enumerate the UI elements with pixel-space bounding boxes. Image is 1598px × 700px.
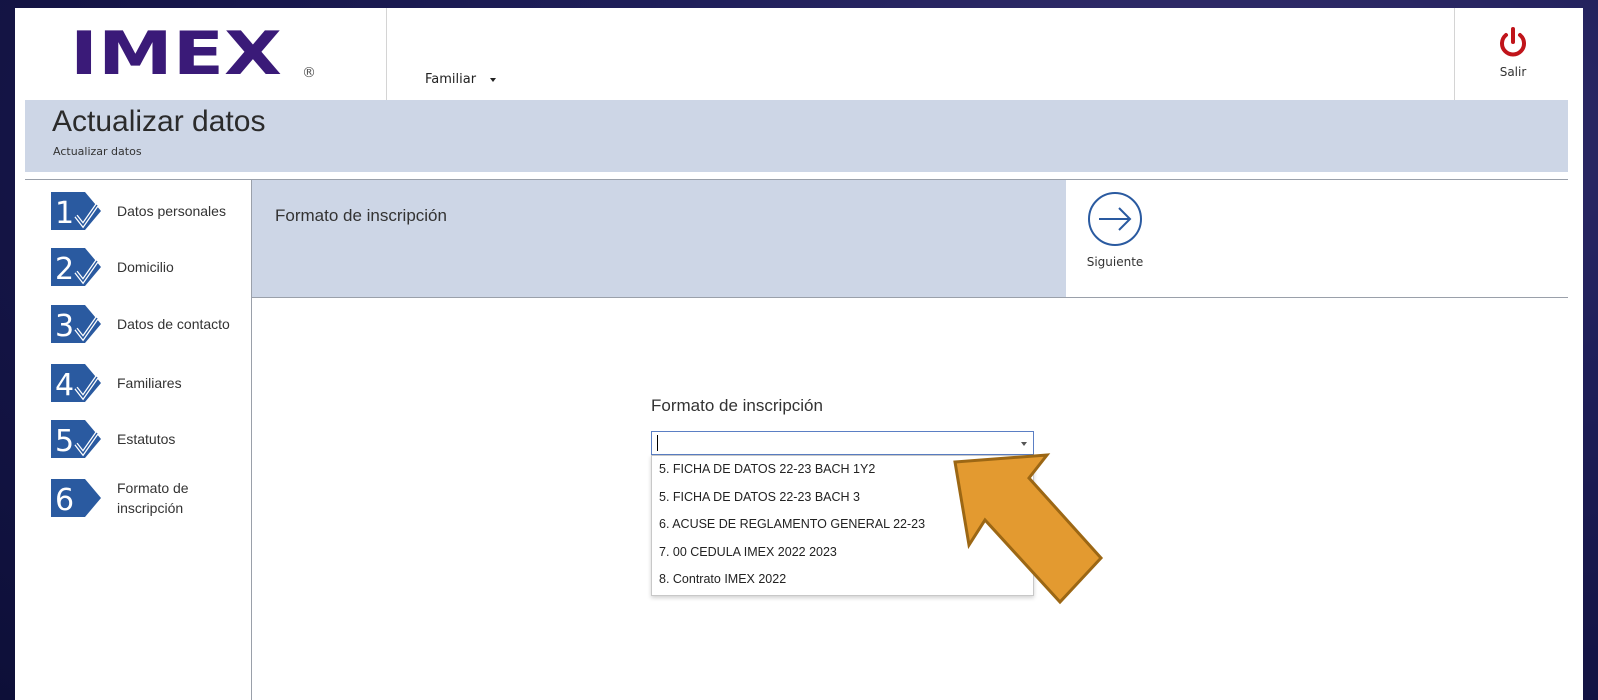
step-item-estatutos[interactable]: 5 Estatutos	[51, 420, 257, 458]
next-button[interactable]: Siguiente	[1080, 190, 1150, 269]
header-divider-right	[1454, 8, 1455, 100]
user-menu-dropdown[interactable]: Familiar	[425, 72, 497, 87]
chevron-down-icon	[490, 77, 497, 82]
divider	[252, 297, 1568, 298]
field-label: Formato de inscripción	[651, 396, 823, 415]
svg-text:2: 2	[55, 252, 74, 286]
step-navigation: 1 Datos personales 2 Domicilio 3 Datos d…	[15, 180, 251, 700]
step-item-familiares[interactable]: 4 Familiares	[51, 364, 257, 402]
section-title: Formato de inscripción	[275, 206, 447, 225]
text-cursor	[657, 435, 658, 451]
step-label: Familiares	[117, 375, 182, 391]
arrow-right-circle-icon	[1088, 192, 1142, 246]
breadcrumb: Actualizar datos	[53, 145, 142, 158]
format-combobox[interactable]	[651, 431, 1034, 455]
imex-logo: IMEX ®	[70, 22, 316, 89]
step-4-check-badge-icon: 4	[51, 364, 101, 402]
step-label: Datos personales	[117, 203, 226, 219]
next-label: Siguiente	[1086, 255, 1144, 269]
dropdown-list: 5. FICHA DE DATOS 22-23 BACH 1Y2 5. FICH…	[651, 455, 1034, 596]
power-icon	[1500, 27, 1526, 57]
top-header: IMEX ® Familiar Salir	[15, 8, 1583, 100]
svg-text:IMEX: IMEX	[70, 22, 282, 89]
svg-text:6: 6	[55, 483, 74, 517]
header-divider	[386, 8, 387, 100]
step-label: Formato de inscripción	[117, 480, 189, 516]
dropdown-option[interactable]: 7. 00 CEDULA IMEX 2022 2023	[652, 539, 1033, 567]
svg-text:3: 3	[55, 309, 74, 343]
step-item-domicilio[interactable]: 2 Domicilio	[51, 248, 257, 286]
step-item-formato-de-inscripcion[interactable]: 6 Formato de inscripción	[51, 478, 257, 518]
dropdown-option[interactable]: 8. Contrato IMEX 2022	[652, 566, 1033, 594]
form-header: Formato de inscripción	[252, 180, 1066, 297]
page-title: Actualizar datos	[52, 105, 266, 138]
svg-text:®: ®	[302, 65, 316, 81]
chevron-down-icon[interactable]	[1021, 442, 1027, 446]
svg-text:1: 1	[55, 196, 74, 230]
step-1-check-badge-icon: 1	[51, 192, 101, 230]
svg-text:4: 4	[55, 368, 74, 402]
step-5-check-badge-icon: 5	[51, 420, 101, 458]
user-menu-label: Familiar	[425, 72, 477, 87]
svg-text:5: 5	[55, 424, 74, 458]
step-label: Datos de contacto	[117, 316, 230, 332]
dropdown-option[interactable]: 6. ACUSE DE REGLAMENTO GENERAL 22-23	[652, 511, 1033, 539]
form-actions: Siguiente	[1066, 180, 1568, 297]
logout-button[interactable]: Salir	[1480, 26, 1546, 79]
app-window: IMEX ® Familiar Salir Actualizar datos A…	[15, 8, 1583, 700]
step-label: Estatutos	[117, 431, 176, 447]
dropdown-option[interactable]: 5. FICHA DE DATOS 22-23 BACH 1Y2	[652, 456, 1033, 484]
step-2-check-badge-icon: 2	[51, 248, 101, 286]
step-6-badge-icon: 6	[51, 479, 101, 517]
page-title-band: Actualizar datos Actualizar datos	[25, 100, 1568, 172]
step-item-datos-personales[interactable]: 1 Datos personales	[51, 192, 257, 230]
step-3-check-badge-icon: 3	[51, 305, 101, 343]
step-item-datos-de-contacto[interactable]: 3 Datos de contacto	[51, 305, 257, 343]
step-label: Domicilio	[117, 259, 174, 275]
dropdown-option[interactable]: 5. FICHA DE DATOS 22-23 BACH 3	[652, 484, 1033, 512]
logout-label: Salir	[1499, 65, 1527, 79]
